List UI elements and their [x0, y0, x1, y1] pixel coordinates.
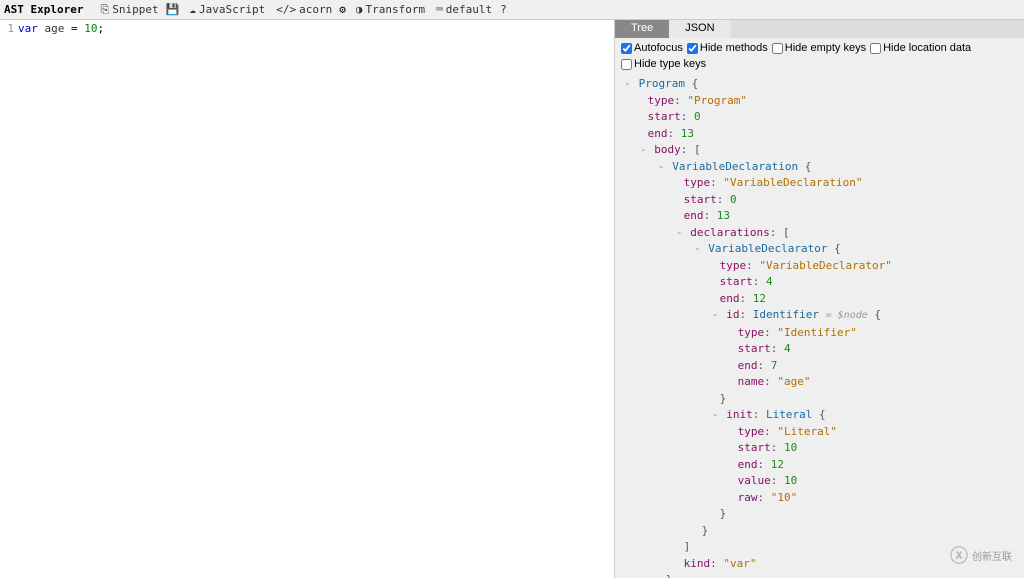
code-editor[interactable]: 1 var age = 10;	[0, 20, 615, 578]
parser-label: acorn	[299, 3, 332, 16]
keyboard-icon: ⌨	[436, 3, 443, 16]
hide-methods-label: Hide methods	[700, 42, 768, 54]
save-icon[interactable]: 💾	[166, 3, 180, 16]
opt-hide-empty[interactable]: Hide empty keys	[772, 42, 866, 54]
collapse-icon[interactable]: -	[675, 225, 684, 242]
language-label: JavaScript	[199, 3, 265, 16]
hide-type-label: Hide type keys	[634, 58, 706, 70]
mode-label: default	[446, 3, 492, 16]
collapse-icon[interactable]: -	[657, 159, 666, 176]
tab-tree[interactable]: Tree	[615, 20, 669, 38]
watermark-icon: ⓧ	[950, 542, 968, 568]
collapse-icon[interactable]: -	[639, 142, 648, 159]
opt-autofocus[interactable]: Autofocus	[621, 42, 683, 54]
tab-json[interactable]: JSON	[669, 20, 730, 38]
snippet-label: Snippet	[112, 3, 158, 16]
parser-menu[interactable]: </>acorn	[273, 3, 332, 16]
hide-location-checkbox[interactable]	[870, 43, 881, 54]
node-identifier[interactable]: Identifier	[753, 308, 819, 321]
line-number: 1	[0, 22, 18, 35]
app-title: AST Explorer	[4, 3, 83, 16]
node-vardecl[interactable]: VariableDeclaration	[672, 160, 798, 173]
node-vardeclarator[interactable]: VariableDeclarator	[708, 242, 827, 255]
watermark: ⓧ 创新互联	[950, 542, 1012, 568]
node-program[interactable]: Program	[639, 77, 685, 90]
hide-type-checkbox[interactable]	[621, 59, 632, 70]
snippet-menu[interactable]: ⎘Snippet	[97, 3, 158, 17]
node-literal[interactable]: Literal	[766, 408, 812, 421]
language-menu[interactable]: ☁JavaScript	[186, 3, 265, 16]
main: 1 var age = 10; Tree JSON Autofocus Hide…	[0, 20, 1024, 578]
transform-toggle[interactable]: ◑Transform	[353, 3, 425, 16]
tree-options: Autofocus Hide methods Hide empty keys H…	[615, 38, 1024, 74]
ast-tree[interactable]: - Program { type: "Program" start: 0 end…	[615, 74, 1024, 578]
help-button[interactable]: ?	[500, 3, 507, 16]
code-icon: </>	[276, 3, 296, 16]
hide-location-label: Hide location data	[883, 42, 971, 54]
mode-menu[interactable]: ⌨default	[433, 3, 492, 16]
collapse-icon[interactable]: -	[623, 76, 632, 93]
output-panel: Tree JSON Autofocus Hide methods Hide em…	[615, 20, 1024, 578]
snippet-icon: ⎘	[100, 3, 109, 17]
opt-hide-type[interactable]: Hide type keys	[621, 58, 706, 70]
hide-empty-label: Hide empty keys	[785, 42, 866, 54]
code-content: var age = 10;	[18, 22, 104, 35]
hide-empty-checkbox[interactable]	[772, 43, 783, 54]
toggle-icon: ◑	[356, 3, 363, 16]
watermark-text: 创新互联	[972, 548, 1012, 563]
collapse-icon[interactable]: -	[693, 241, 702, 258]
transform-label: Transform	[365, 3, 425, 16]
editor-line: 1 var age = 10;	[0, 22, 614, 35]
opt-hide-location[interactable]: Hide location data	[870, 42, 971, 54]
toolbar: AST Explorer ⎘Snippet 💾 ☁JavaScript </>a…	[0, 0, 1024, 20]
hide-methods-checkbox[interactable]	[687, 43, 698, 54]
output-tabs: Tree JSON	[615, 20, 1024, 38]
autofocus-label: Autofocus	[634, 42, 683, 54]
collapse-icon[interactable]: -	[711, 307, 720, 324]
collapse-icon[interactable]: -	[711, 407, 720, 424]
cloud-icon: ☁	[189, 3, 196, 16]
autofocus-checkbox[interactable]	[621, 43, 632, 54]
gear-icon[interactable]: ⚙	[339, 3, 346, 16]
opt-hide-methods[interactable]: Hide methods	[687, 42, 768, 54]
